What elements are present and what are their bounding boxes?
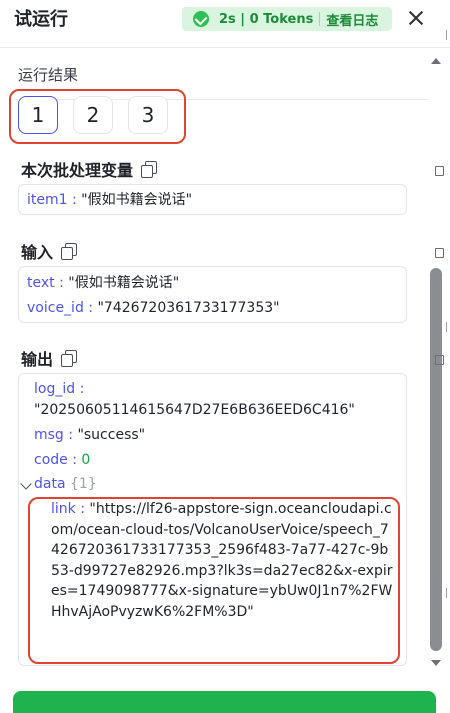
data-count: {1} bbox=[70, 476, 97, 492]
output-code-row: code : 0 bbox=[34, 452, 91, 468]
batch-var-key: item1 bbox=[27, 192, 68, 208]
output-value: "success" bbox=[77, 427, 146, 443]
background-copy-icon bbox=[433, 248, 444, 258]
output-key: code bbox=[34, 452, 68, 468]
copy-icon[interactable] bbox=[141, 161, 158, 178]
scroll-up-arrow[interactable] bbox=[431, 58, 441, 64]
batch-var-row: item1 : "假如书籍会说话" bbox=[27, 192, 193, 208]
output-title-text: 输出 bbox=[21, 350, 54, 369]
output-value: 0 bbox=[81, 452, 91, 468]
panel-header: 试运行 2s | 0 Tokens 查看日志 bbox=[0, 0, 450, 48]
output-key: log_id bbox=[34, 381, 76, 397]
output-key: link bbox=[51, 501, 76, 517]
output-data-row[interactable]: data {1} bbox=[34, 474, 97, 494]
input-title-text: 输入 bbox=[21, 243, 54, 262]
input-value: "假如书籍会说话" bbox=[68, 275, 180, 291]
output-msg-row: msg : "success" bbox=[34, 427, 146, 443]
background-edge-mark bbox=[446, 30, 450, 40]
background-edge-mark bbox=[446, 322, 450, 332]
close-icon[interactable] bbox=[404, 6, 428, 30]
batch-tab-3[interactable]: 3 bbox=[128, 96, 168, 134]
batch-tab-2[interactable]: 2 bbox=[73, 96, 113, 134]
output-log-id-key-row: log_id : bbox=[34, 381, 85, 397]
panel-title: 试运行 bbox=[14, 9, 68, 30]
background-copy-icon bbox=[433, 166, 444, 176]
output-key: msg bbox=[34, 427, 64, 443]
input-title: 输入 bbox=[21, 239, 78, 263]
background-edge-mark bbox=[446, 588, 450, 598]
run-button[interactable] bbox=[13, 691, 436, 713]
output-key: data bbox=[34, 476, 66, 492]
input-key: voice_id bbox=[27, 300, 84, 316]
run-status-badge: 2s | 0 Tokens 查看日志 bbox=[182, 7, 392, 31]
output-log-id-value: "20250605114615647D27E6B636EED6C416" bbox=[34, 402, 355, 418]
output-link-row: link : "https://lf26-appstore-sign.ocean… bbox=[51, 501, 393, 620]
copy-icon[interactable] bbox=[61, 350, 78, 367]
copy-icon[interactable] bbox=[61, 243, 78, 260]
batch-vars-title-text: 本次批处理变量 bbox=[21, 161, 134, 180]
scrollbar-thumb[interactable] bbox=[430, 268, 442, 651]
input-key: text bbox=[27, 275, 55, 291]
output-link-value: "https://lf26-appstore-sign.oceancloudap… bbox=[51, 501, 393, 620]
batch-vars-title: 本次批处理变量 bbox=[21, 157, 158, 181]
batch-tab-1[interactable]: 1 bbox=[18, 96, 58, 134]
success-check-icon bbox=[193, 11, 209, 27]
scroll-down-arrow[interactable] bbox=[431, 660, 441, 666]
results-label: 运行结果 bbox=[18, 66, 79, 84]
input-value: "7426720361733177353" bbox=[97, 300, 280, 316]
run-status-text: 2s | 0 Tokens bbox=[219, 11, 314, 27]
view-log-link[interactable]: 查看日志 bbox=[326, 10, 378, 29]
output-title: 输出 bbox=[21, 346, 78, 370]
background-copy-icon bbox=[433, 355, 444, 365]
input-row-text: text : "假如书籍会说话" bbox=[27, 275, 180, 291]
batch-var-value: "假如书籍会说话" bbox=[81, 192, 193, 208]
status-divider bbox=[319, 12, 321, 26]
input-row-voice-id: voice_id : "7426720361733177353" bbox=[27, 300, 280, 316]
